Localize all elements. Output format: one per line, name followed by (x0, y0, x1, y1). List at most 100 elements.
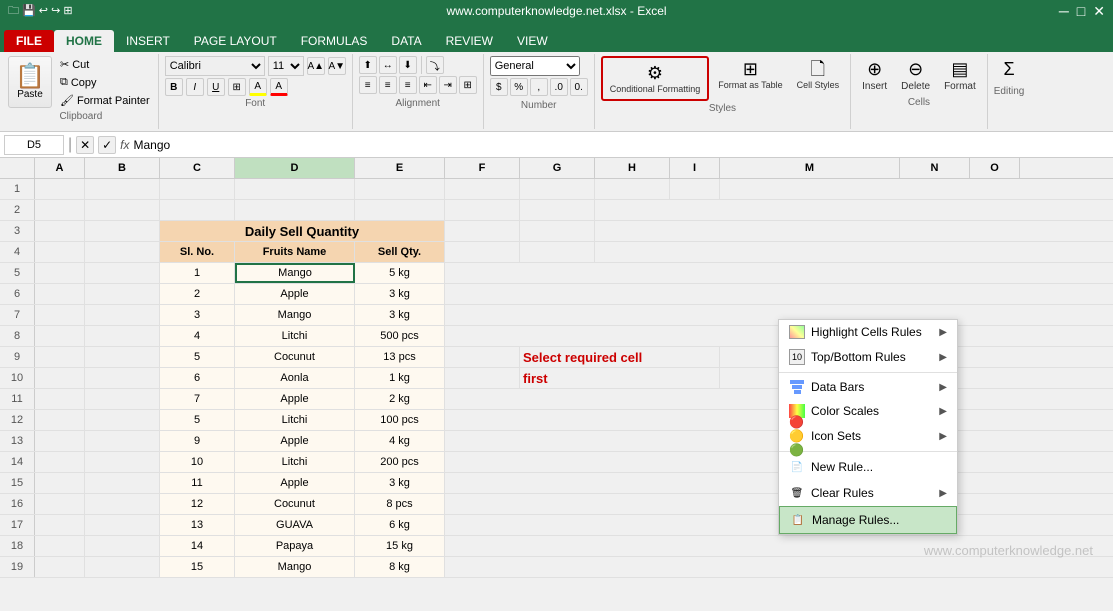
paste-button[interactable]: 📋 Paste (8, 56, 52, 108)
menu-item-highlight-cells[interactable]: Highlight Cells Rules ▶ (779, 320, 957, 344)
copy-button[interactable]: ⧉ Copy (56, 74, 154, 91)
tab-formulas[interactable]: FORMULAS (289, 30, 380, 52)
cell-c5[interactable]: 1 (160, 263, 235, 283)
cell-g2[interactable] (520, 200, 595, 220)
col-header-b[interactable]: B (85, 158, 160, 178)
cell-e6[interactable]: 3 kg (355, 284, 445, 304)
font-color-button[interactable]: A (270, 78, 288, 96)
cell-c6[interactable]: 2 (160, 284, 235, 304)
cell-e16[interactable]: 8 pcs (355, 494, 445, 514)
cell-styles-button[interactable]: 🗋 Cell Styles (792, 56, 845, 101)
cell-g4[interactable] (520, 242, 595, 262)
cell-c16[interactable]: 12 (160, 494, 235, 514)
cell-c14[interactable]: 10 (160, 452, 235, 472)
cell-e2[interactable] (355, 200, 445, 220)
cell-c8[interactable]: 4 (160, 326, 235, 346)
font-name-select[interactable]: Calibri (165, 56, 265, 76)
cell-a14[interactable] (35, 452, 85, 472)
cell-e10[interactable]: 1 kg (355, 368, 445, 388)
cell-e9[interactable]: 13 pcs (355, 347, 445, 367)
cell-a3[interactable] (35, 221, 85, 241)
merge-center-button[interactable]: ⊞ (459, 76, 477, 94)
underline-button[interactable]: U (207, 78, 225, 96)
cell-d8[interactable]: Litchi (235, 326, 355, 346)
cell-a9[interactable] (35, 347, 85, 367)
cell-b18[interactable] (85, 536, 160, 556)
col-header-o[interactable]: O (970, 158, 1020, 178)
cell-d10[interactable]: Aonla (235, 368, 355, 388)
cell-c13[interactable]: 9 (160, 431, 235, 451)
cell-e5[interactable]: 5 kg (355, 263, 445, 283)
cell-c7[interactable]: 3 (160, 305, 235, 325)
cell-d17[interactable]: GUAVA (235, 515, 355, 535)
cell-b6[interactable] (85, 284, 160, 304)
cell-table-title[interactable]: Daily Sell Quantity (160, 221, 445, 241)
tab-page-layout[interactable]: PAGE LAYOUT (182, 30, 289, 52)
cell-e7[interactable]: 3 kg (355, 305, 445, 325)
cell-b15[interactable] (85, 473, 160, 493)
cell-i1[interactable] (670, 179, 720, 199)
cell-b4[interactable] (85, 242, 160, 262)
title-bar-controls[interactable]: 🗀 💾 ↩ ↪ ⊞ (8, 2, 73, 21)
tab-view[interactable]: VIEW (505, 30, 560, 52)
cell-b17[interactable] (85, 515, 160, 535)
cell-a19[interactable] (35, 557, 85, 577)
menu-item-data-bars[interactable]: Data Bars ▶ (779, 375, 957, 399)
align-middle-button[interactable]: ↔ (379, 56, 397, 74)
cell-b14[interactable] (85, 452, 160, 472)
cell-e8[interactable]: 500 pcs (355, 326, 445, 346)
cell-d12[interactable]: Litchi (235, 410, 355, 430)
cell-e17[interactable]: 6 kg (355, 515, 445, 535)
cell-a2[interactable] (35, 200, 85, 220)
col-header-c[interactable]: C (160, 158, 235, 178)
cell-f2[interactable] (445, 200, 520, 220)
cell-e18[interactable]: 15 kg (355, 536, 445, 556)
cell-d7[interactable]: Mango (235, 305, 355, 325)
fill-color-button[interactable]: A (249, 78, 267, 96)
font-size-select[interactable]: 11 (268, 56, 304, 76)
cell-d1[interactable] (235, 179, 355, 199)
format-painter-button[interactable]: 🖌 Format Painter (56, 92, 154, 109)
cell-e13[interactable]: 4 kg (355, 431, 445, 451)
conditional-formatting-button[interactable]: ⚙ Conditional Formatting (605, 60, 706, 97)
cell-c1[interactable] (160, 179, 235, 199)
menu-item-new-rule[interactable]: 📄 New Rule... (779, 454, 957, 480)
cell-a6[interactable] (35, 284, 85, 304)
cell-c19[interactable]: 15 (160, 557, 235, 577)
cell-c9[interactable]: 5 (160, 347, 235, 367)
cell-b9[interactable] (85, 347, 160, 367)
cell-a16[interactable] (35, 494, 85, 514)
cell-e14[interactable]: 200 pcs (355, 452, 445, 472)
menu-item-icon-sets[interactable]: 🔴🟡🟢 Icon Sets ▶ (779, 423, 957, 449)
border-button[interactable]: ⊞ (228, 78, 246, 96)
cell-a5[interactable] (35, 263, 85, 283)
cell-e15[interactable]: 3 kg (355, 473, 445, 493)
col-header-g[interactable]: G (520, 158, 595, 178)
menu-item-color-scales[interactable]: Color Scales ▶ (779, 399, 957, 423)
bold-button[interactable]: B (165, 78, 183, 96)
cell-a1[interactable] (35, 179, 85, 199)
cell-d5[interactable]: Mango (235, 263, 355, 283)
cell-d13[interactable]: Apple (235, 431, 355, 451)
cell-a8[interactable] (35, 326, 85, 346)
cell-g1[interactable] (520, 179, 595, 199)
cell-d16[interactable]: Cocunut (235, 494, 355, 514)
cell-a18[interactable] (35, 536, 85, 556)
align-left-button[interactable]: ≡ (359, 76, 377, 94)
cell-b11[interactable] (85, 389, 160, 409)
percent-button[interactable]: % (510, 78, 528, 96)
align-right-button[interactable]: ≡ (399, 76, 417, 94)
col-header-n[interactable]: N (900, 158, 970, 178)
cell-b13[interactable] (85, 431, 160, 451)
cell-b2[interactable] (85, 200, 160, 220)
delete-button[interactable]: ⊖ Delete (896, 56, 935, 95)
cell-b3[interactable] (85, 221, 160, 241)
cell-c18[interactable]: 14 (160, 536, 235, 556)
cell-d9[interactable]: Cocunut (235, 347, 355, 367)
tab-insert[interactable]: INSERT (114, 30, 182, 52)
number-format-select[interactable]: General (490, 56, 580, 76)
decrease-font-button[interactable]: A▼ (328, 57, 346, 75)
cell-f9[interactable] (445, 347, 520, 367)
cell-a13[interactable] (35, 431, 85, 451)
cell-e19[interactable]: 8 kg (355, 557, 445, 577)
